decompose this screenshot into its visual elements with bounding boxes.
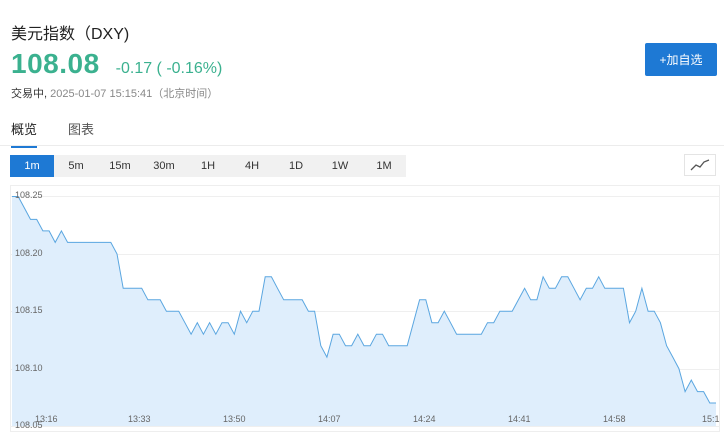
trading-status: 交易中, [11,88,48,100]
price-chart: 108.25 108.20 108.15 108.10 108.05 13:16 13:33… [10,185,720,432]
tab-chart[interactable]: 图表 [68,119,94,148]
y-tick-label: 108.25 [15,190,43,201]
time-range-selector: 1m 5m 15m 30m 1H 4H 1D 1W 1M [10,155,406,177]
y-tick-label: 108.20 [15,247,43,258]
chart-type-toggle[interactable] [684,154,716,176]
range-4h-button[interactable]: 4H [230,155,274,177]
tabs-divider [0,145,724,146]
range-5m-button[interactable]: 5m [54,155,98,177]
quote-time: 2025-01-07 15:15:41（北京时间） [50,88,219,100]
last-price: 108.08 [11,48,100,79]
x-tick-label: 13:50 [223,414,246,424]
y-tick-label: 108.15 [15,305,43,316]
range-1d-button[interactable]: 1D [274,155,318,177]
line-chart-icon [690,159,710,171]
range-1h-button[interactable]: 1H [186,155,230,177]
x-tick-label: 15:1 [702,414,720,424]
x-tick-label: 14:07 [318,414,341,424]
view-tabs: 概览 图表 [11,119,125,148]
instrument-title: 美元指数（DXY) [11,26,130,43]
x-tick-label: 14:58 [603,414,626,424]
price-change: -0.17 ( -0.16%) [115,60,223,77]
range-30m-button[interactable]: 30m [142,155,186,177]
y-tick-label: 108.10 [15,362,43,373]
x-tick-label: 13:33 [128,414,151,424]
range-15m-button[interactable]: 15m [98,155,142,177]
add-to-watchlist-button[interactable]: +加自选 [645,43,717,76]
chart-canvas [10,185,720,432]
x-tick-label: 14:41 [508,414,531,424]
x-tick-label: 13:16 [35,414,58,424]
quote-timestamp: 交易中, 2025-01-07 15:15:41（北京时间） [11,85,218,101]
x-tick-label: 14:24 [413,414,436,424]
range-1w-button[interactable]: 1W [318,155,362,177]
price-row: 108.08 -0.17 ( -0.16%) [11,48,222,80]
tab-overview[interactable]: 概览 [11,119,38,148]
range-1m-button[interactable]: 1m [10,155,54,177]
range-1mo-button[interactable]: 1M [362,155,406,177]
